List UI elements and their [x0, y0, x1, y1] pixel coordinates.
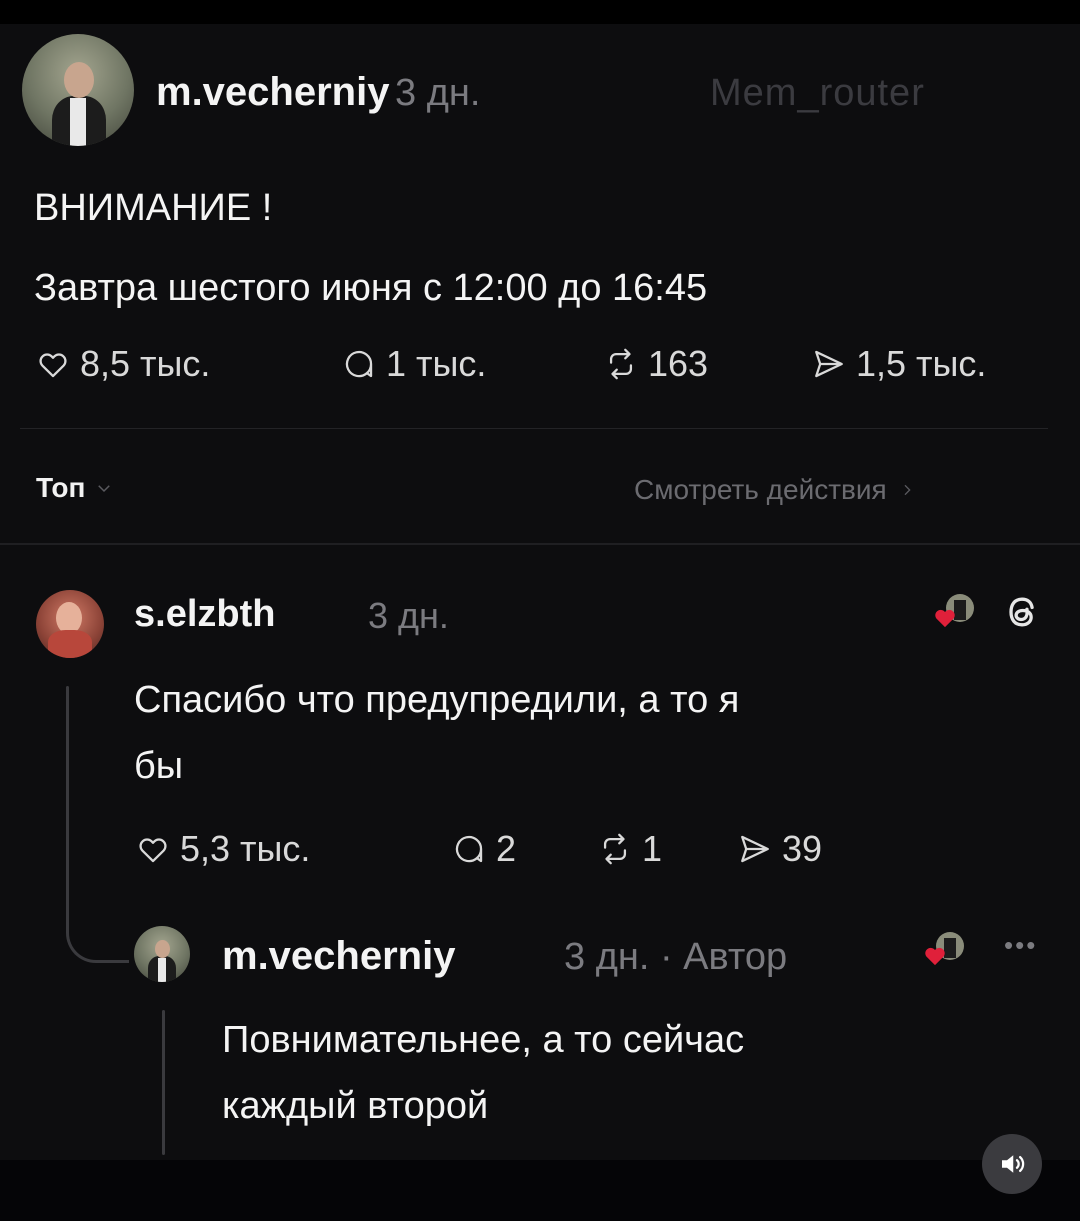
- reply-comment-count: 2: [496, 828, 517, 869]
- video-bottom-bar: [0, 1160, 1080, 1221]
- send-icon: [741, 835, 769, 863]
- nested-reply-username[interactable]: m.vecherniy: [222, 934, 455, 979]
- reply-text-line2: бы: [134, 745, 184, 787]
- chevron-down-icon: [98, 485, 111, 493]
- nested-thread-line: [162, 1010, 165, 1155]
- reply-repost-count: 1: [642, 828, 663, 869]
- heart-outline-icon: [139, 838, 167, 863]
- post-comment-button[interactable]: 1 тыс.: [342, 343, 486, 385]
- speech-bubble-icon: [345, 350, 373, 378]
- speaker-icon: [1002, 1155, 1025, 1173]
- heart-outline-icon: [39, 353, 67, 378]
- post-title: ВНИМАНИЕ !: [34, 187, 273, 229]
- reply-author-username[interactable]: s.elzbth: [134, 593, 275, 636]
- post-share-count: 1,5 тыс.: [856, 343, 987, 384]
- post-like-count: 8,5 тыс.: [80, 343, 211, 384]
- watermark-text: Mem_router: [710, 72, 925, 114]
- post-like-button[interactable]: 8,5 тыс.: [36, 343, 210, 385]
- section-divider: [0, 543, 1080, 545]
- nested-reply-text-line2: каждый второй: [222, 1085, 489, 1127]
- post-comment-count: 1 тыс.: [386, 343, 487, 384]
- reply-time: 3 дн.: [368, 595, 449, 636]
- post-repost-count: 163: [648, 343, 709, 384]
- threads-logo-icon[interactable]: [1000, 590, 1044, 634]
- reply-like-button[interactable]: 5,3 тыс.: [136, 828, 310, 870]
- reply-repost-button[interactable]: 1: [598, 828, 662, 870]
- liked-by-author-avatar-icon: [934, 592, 978, 636]
- reply-like-count: 5,3 тыс.: [180, 828, 311, 869]
- repost-arrows-icon: [609, 348, 633, 380]
- post-repost-button[interactable]: 163: [604, 343, 708, 385]
- repost-arrows-icon: [603, 833, 627, 865]
- post-time: 3 дн.: [395, 72, 481, 114]
- post-divider: [20, 428, 1048, 429]
- nested-reply-meta: 3 дн. · Автор: [564, 936, 788, 978]
- more-dots-icon[interactable]: •••: [1004, 930, 1037, 961]
- nested-reply-text-line1: Повнимательнее, а то сейчас: [222, 1019, 745, 1061]
- sort-label: Топ: [36, 472, 86, 503]
- reply-share-button[interactable]: 39: [738, 828, 822, 870]
- reply-share-count: 39: [782, 828, 823, 869]
- reply-author-avatar[interactable]: [36, 590, 104, 658]
- reply-thread-line: [66, 686, 69, 926]
- nested-reply-avatar[interactable]: [134, 926, 190, 982]
- post-author-avatar[interactable]: [22, 34, 134, 146]
- liked-by-author-avatar-icon: [924, 930, 968, 974]
- sort-dropdown[interactable]: Топ: [36, 472, 113, 504]
- send-icon: [815, 350, 843, 378]
- chevron-right-icon: [904, 484, 911, 496]
- speech-bubble-icon: [455, 835, 483, 863]
- reply-text-line1: Спасибо что предупредили, а то я: [134, 679, 740, 721]
- post-share-button[interactable]: 1,5 тыс.: [812, 343, 986, 385]
- post-author-username[interactable]: m.vecherniy: [156, 70, 389, 115]
- sound-toggle-button[interactable]: [982, 1134, 1042, 1194]
- post-body: Завтра шестого июня с 12:00 до 16:45: [34, 267, 708, 309]
- view-activity-label: Смотреть действия: [634, 474, 887, 505]
- thread-connector: [66, 900, 129, 963]
- reply-comment-button[interactable]: 2: [452, 828, 516, 870]
- view-activity-link[interactable]: Смотреть действия: [634, 474, 915, 506]
